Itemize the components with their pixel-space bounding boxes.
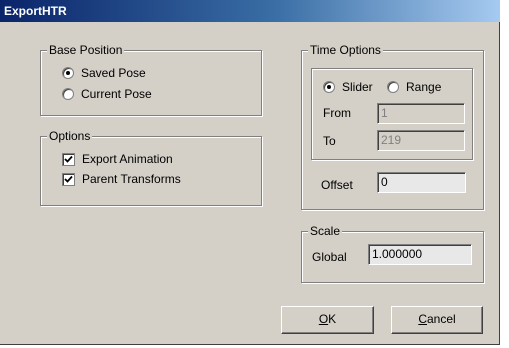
global-scale-field[interactable]: 1.000000 xyxy=(368,244,472,265)
scale-group: Scale Global 1.000000 xyxy=(301,224,484,283)
ok-button[interactable]: OK xyxy=(281,306,374,334)
slider-label: Slider xyxy=(342,80,373,94)
current-pose-label: Current Pose xyxy=(81,87,152,101)
export-animation-check-box[interactable] xyxy=(62,152,75,166)
range-radio[interactable]: Range xyxy=(387,79,441,95)
ok-label-rest: K xyxy=(328,312,337,326)
cancel-mnemonic: C xyxy=(418,312,427,326)
from-label: From xyxy=(323,106,351,120)
base-position-legend: Base Position xyxy=(47,43,125,57)
options-group: Options Export Animation Parent Transfor… xyxy=(40,129,262,206)
ok-mnemonic: O xyxy=(318,312,329,326)
saved-pose-radio-dot[interactable] xyxy=(62,67,74,79)
scale-legend: Scale xyxy=(308,224,343,238)
parent-transforms-checkbox[interactable]: Parent Transforms xyxy=(62,171,181,187)
saved-pose-label: Saved Pose xyxy=(81,66,146,80)
checkmark-icon xyxy=(64,175,73,183)
cancel-button[interactable]: Cancel xyxy=(391,306,483,334)
checkmark-icon xyxy=(64,155,73,163)
export-animation-checkbox[interactable]: Export Animation xyxy=(62,151,173,167)
slider-radio[interactable]: Slider xyxy=(323,79,373,95)
offset-label: Offset xyxy=(321,178,353,192)
saved-pose-radio[interactable]: Saved Pose xyxy=(62,65,146,81)
export-htr-dialog: ExportHTR Base Position Saved Pose Curre… xyxy=(0,0,500,345)
global-label: Global xyxy=(312,250,347,264)
cancel-label-rest: ancel xyxy=(426,312,456,326)
base-position-group: Base Position Saved Pose Current Pose xyxy=(40,43,262,116)
to-field[interactable]: 219 xyxy=(377,130,465,151)
window-title: ExportHTR xyxy=(4,4,67,18)
range-radio-dot[interactable] xyxy=(387,81,399,93)
offset-field[interactable]: 0 xyxy=(377,172,466,193)
time-range-inner-box: Slider Range From 1 To 219 xyxy=(311,68,473,160)
current-pose-radio[interactable]: Current Pose xyxy=(62,86,152,102)
range-label: Range xyxy=(406,80,442,94)
title-bar[interactable]: ExportHTR xyxy=(0,0,500,22)
current-pose-radio-dot[interactable] xyxy=(62,88,74,100)
time-options-legend: Time Options xyxy=(308,43,383,57)
options-legend: Options xyxy=(47,129,93,143)
slider-radio-dot[interactable] xyxy=(323,81,335,93)
from-field[interactable]: 1 xyxy=(377,103,465,124)
parent-transforms-check-box[interactable] xyxy=(62,172,75,186)
to-label: To xyxy=(323,134,336,148)
time-options-group: Time Options Slider Range From 1 To 219 … xyxy=(301,43,484,210)
parent-transforms-label: Parent Transforms xyxy=(82,172,181,186)
export-animation-label: Export Animation xyxy=(82,152,173,166)
